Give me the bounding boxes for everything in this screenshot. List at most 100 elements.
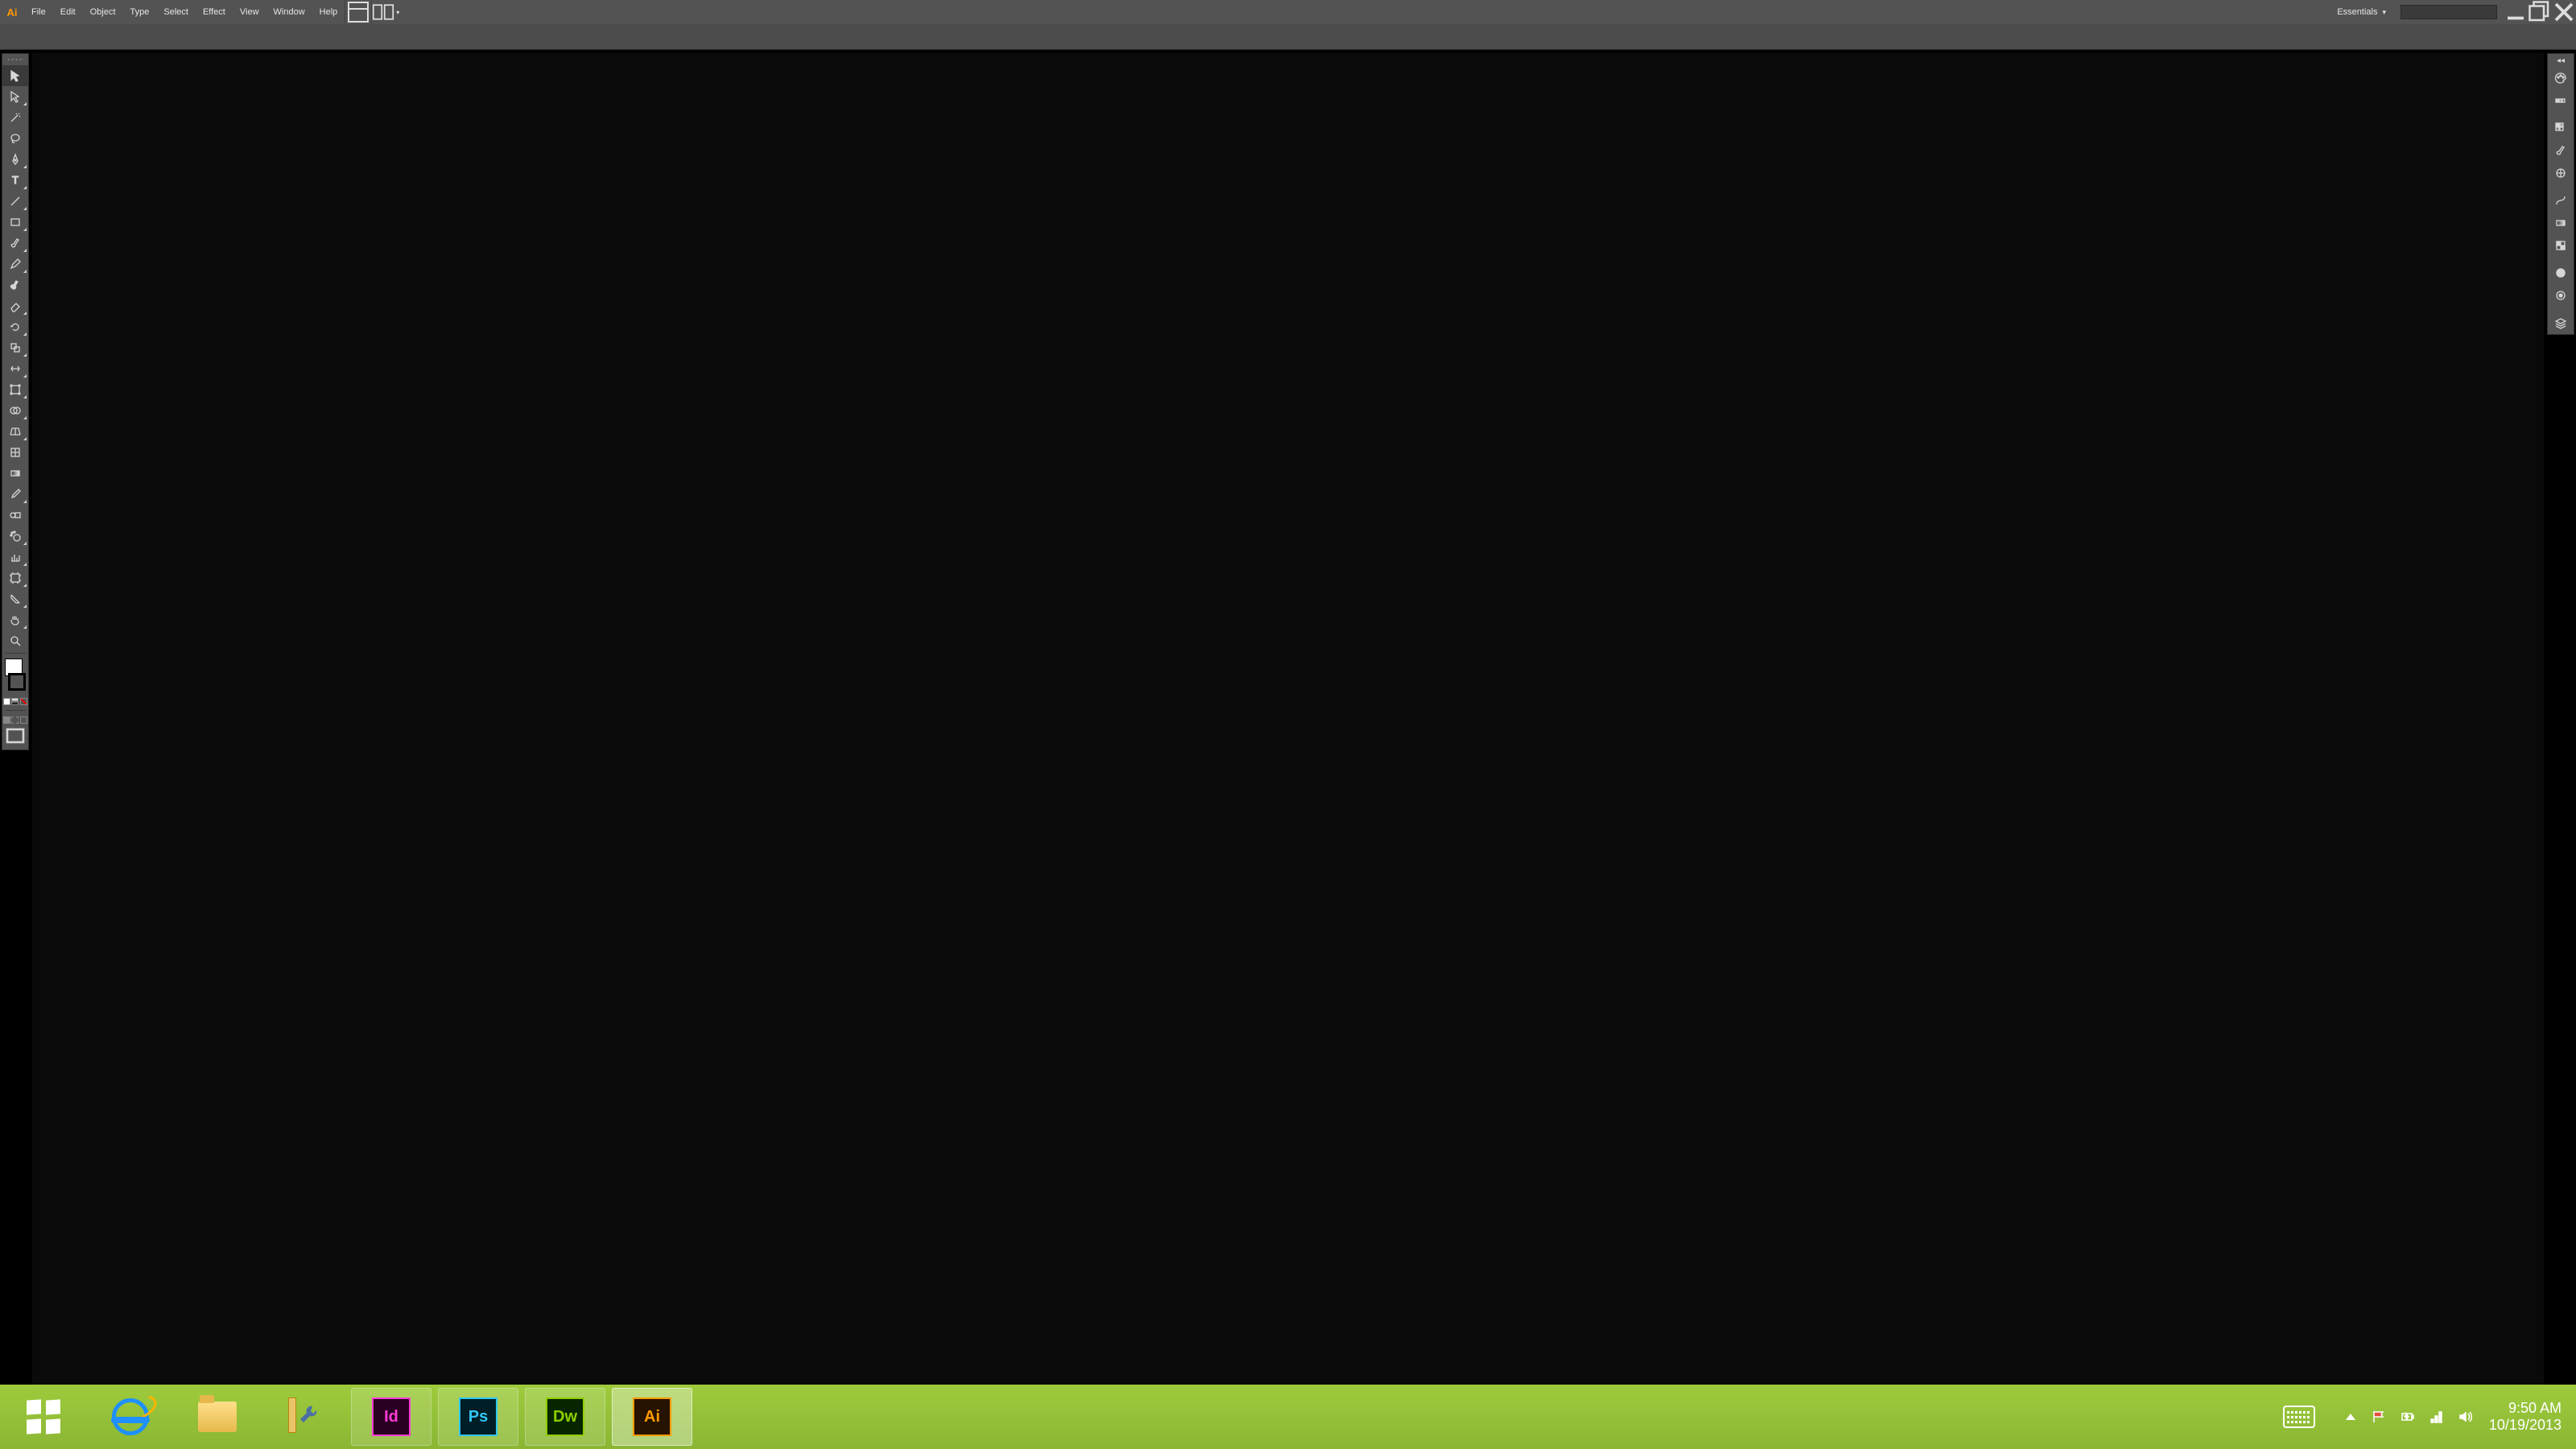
selection-tool[interactable] (2, 65, 28, 86)
palette-drag-handle[interactable] (2, 54, 28, 65)
clock-date: 10/19/2013 (2489, 1417, 2562, 1434)
adobe-indesign-icon: Id (372, 1397, 411, 1436)
flyout-indicator-icon (23, 249, 27, 252)
menu-effect[interactable]: Effect (196, 0, 233, 24)
taskbar-adobe-dreamweaver[interactable]: Dw (525, 1388, 605, 1446)
menu-bar: Ai FileEditObjectTypeSelectEffectViewWin… (0, 0, 2576, 24)
clock-time: 9:50 AM (2489, 1400, 2562, 1417)
flyout-indicator-icon (23, 207, 27, 210)
taskbar-clock[interactable]: 9:50 AM 10/19/2013 (2489, 1400, 2562, 1433)
gradient-mode-button[interactable] (11, 698, 19, 705)
taskbar-adobe-indesign[interactable]: Id (351, 1388, 431, 1446)
ie-icon (112, 1398, 149, 1435)
flyout-indicator-icon (23, 437, 27, 440)
restore-button[interactable] (2528, 0, 2552, 24)
menu-object[interactable]: Object (83, 0, 123, 24)
windows-taskbar: Id Ps Dw Ai 9:50 AM 10/19/2013 (0, 1385, 2576, 1449)
color-guide-panel-button[interactable] (2548, 89, 2574, 112)
tray-network-icon[interactable] (2428, 1408, 2446, 1426)
touch-keyboard-button[interactable] (2283, 1406, 2315, 1428)
expand-dock-button[interactable]: ◂◂ (2548, 54, 2574, 67)
app-logo: Ai (0, 0, 24, 24)
stroke-panel-button[interactable] (2548, 189, 2574, 212)
menu-items: FileEditObjectTypeSelectEffectViewWindow… (24, 0, 345, 24)
taskbar-start-button[interactable] (3, 1388, 84, 1446)
appearance-panel-button[interactable] (2548, 262, 2574, 284)
adobe-illustrator-icon: Ai (633, 1397, 671, 1436)
flyout-indicator-icon (23, 500, 27, 503)
restore-icon (2528, 0, 2552, 24)
graphic-styles-panel-button[interactable] (2548, 284, 2574, 307)
menu-select[interactable]: Select (156, 0, 196, 24)
gradient-panel-button[interactable] (2548, 212, 2574, 234)
flyout-indicator-icon (23, 332, 27, 336)
adobe-dreamweaver-icon: Dw (546, 1397, 584, 1436)
menu-help[interactable]: Help (312, 0, 345, 24)
tray-volume-icon[interactable] (2457, 1408, 2475, 1426)
taskbar-internet-explorer[interactable] (90, 1388, 171, 1446)
flyout-indicator-icon (23, 563, 27, 566)
tools-icon (285, 1397, 324, 1436)
swatches-panel-button[interactable] (2548, 117, 2574, 139)
show-hidden-icons-button[interactable] (2346, 1414, 2355, 1420)
tray-flag-icon[interactable] (2370, 1408, 2388, 1426)
screen-mode-button[interactable] (2, 727, 28, 745)
gradient-tool[interactable] (2, 463, 28, 484)
flyout-indicator-icon (23, 165, 27, 168)
system-tray (2370, 1408, 2475, 1426)
menu-view[interactable]: View (233, 0, 266, 24)
blend-tool[interactable] (2, 505, 28, 526)
taskbar-adobe-photoshop[interactable]: Ps (438, 1388, 518, 1446)
symbols-panel-button[interactable] (2548, 162, 2574, 184)
svg-text:T: T (12, 174, 19, 186)
flyout-indicator-icon (23, 605, 27, 608)
flyout-indicator-icon (23, 374, 27, 378)
taskbar-adobe-illustrator[interactable]: Ai (612, 1388, 692, 1446)
flyout-indicator-icon (23, 395, 27, 398)
flyout-indicator-icon (23, 102, 27, 105)
right-panel-dock: ◂◂ (2547, 53, 2574, 335)
flyout-indicator-icon (23, 584, 27, 587)
flyout-indicator-icon (23, 542, 27, 545)
flyout-indicator-icon (23, 228, 27, 231)
search-input[interactable] (2401, 5, 2497, 19)
workspace-switcher[interactable]: Essentials ▾ (2329, 7, 2394, 17)
fill-stroke-control[interactable] (2, 655, 28, 694)
chevron-down-icon: ▾ (2382, 8, 2386, 17)
menu-edit[interactable]: Edit (53, 0, 83, 24)
flyout-indicator-icon (23, 416, 27, 419)
tool-palette: T (2, 53, 29, 750)
zoom-tool[interactable] (2, 630, 28, 651)
folder-icon (198, 1402, 237, 1432)
tray-power-icon[interactable] (2399, 1408, 2417, 1426)
blob-brush-tool[interactable] (2, 275, 28, 295)
magic-wand-tool[interactable] (2, 107, 28, 128)
minimize-icon (2504, 0, 2528, 24)
taskbar-apps: Id Ps Dw Ai (0, 1385, 696, 1449)
canvas-area[interactable] (32, 53, 2544, 1385)
brushes-panel-button[interactable] (2548, 139, 2574, 162)
windows-logo-icon (27, 1400, 60, 1434)
adobe-photoshop-icon: Ps (459, 1397, 497, 1436)
taskbar-windows-tools[interactable] (264, 1388, 345, 1446)
flyout-indicator-icon (23, 186, 27, 189)
none-mode-button[interactable] (20, 698, 27, 705)
color-panel-button[interactable] (2548, 67, 2574, 89)
menu-window[interactable]: Window (266, 0, 312, 24)
color-mode-button[interactable] (3, 698, 10, 705)
stroke-swatch[interactable] (8, 673, 26, 691)
flyout-indicator-icon (23, 353, 27, 357)
layout-button[interactable]: ▾ (372, 0, 399, 24)
lasso-tool[interactable] (2, 128, 28, 149)
menu-file[interactable]: File (24, 0, 53, 24)
flyout-indicator-icon (23, 625, 27, 629)
menu-type[interactable]: Type (123, 0, 157, 24)
mesh-tool[interactable] (2, 442, 28, 463)
options-bar (0, 24, 2576, 50)
arrange-documents-button[interactable] (345, 0, 372, 24)
layers-panel-button[interactable] (2548, 312, 2574, 334)
taskbar-file-explorer[interactable] (177, 1388, 258, 1446)
minimize-button[interactable] (2504, 0, 2528, 24)
transparency-panel-button[interactable] (2548, 234, 2574, 257)
close-button[interactable] (2552, 0, 2576, 24)
